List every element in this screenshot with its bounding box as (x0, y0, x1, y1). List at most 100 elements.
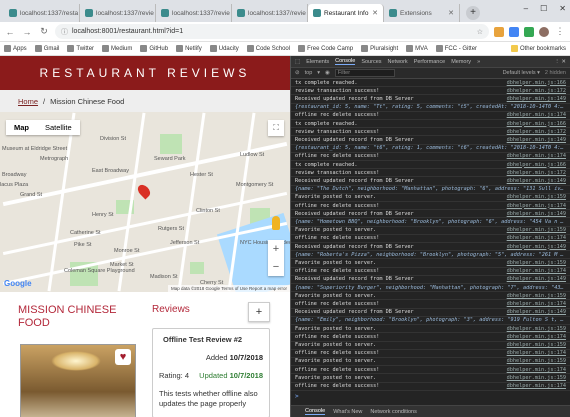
console-source-link[interactable]: dbhelper.min.js:159 (507, 358, 566, 364)
console-source-link[interactable]: dbhelper.min.js:174 (507, 153, 566, 159)
console-message-text[interactable]: {name: "Roberta's Pizza", neighborhood: … (295, 252, 566, 258)
extension-icon[interactable] (494, 26, 504, 37)
devtools-tab[interactable]: Elements (306, 59, 329, 65)
zoom-out-button[interactable]: − (268, 258, 284, 276)
console-source-link[interactable]: dbhelper.min.js:174 (507, 112, 566, 118)
bookmark-item[interactable]: MVA (406, 45, 428, 52)
close-window-icon[interactable]: ✕ (559, 4, 566, 13)
console-source-link[interactable]: dbhelper.min.js:159 (507, 194, 566, 200)
site-header[interactable]: RESTAURANT REVIEWS (0, 56, 290, 90)
log-levels-select[interactable]: Default levels ▾ (503, 70, 540, 76)
forward-icon[interactable]: → (21, 27, 33, 37)
back-icon[interactable]: ← (4, 27, 16, 37)
drawer-tab[interactable]: Console (305, 408, 326, 415)
info-icon[interactable]: ⓘ (61, 27, 68, 37)
console-source-link[interactable]: dbhelper.min.js:159 (507, 342, 566, 348)
console-source-link[interactable]: dbhelper.min.js:172 (507, 88, 566, 94)
devtools-tab[interactable]: Performance (414, 59, 446, 65)
bookmark-item[interactable]: Apps (4, 45, 27, 52)
restaurant-marker[interactable] (135, 182, 153, 200)
bookmark-item[interactable]: Udacity (209, 45, 239, 52)
console-source-link[interactable]: dbhelper.min.js:159 (507, 326, 566, 332)
console-source-link[interactable]: dbhelper.min.js:174 (507, 383, 566, 389)
browser-tab[interactable]: localhost:1337/revie✕ (156, 4, 232, 22)
map-attribution[interactable]: Map data ©2018 Google Terms of Use Repor… (167, 285, 290, 292)
console-message-text[interactable]: {name: "The Dutch", neighborhood: "Manha… (295, 186, 566, 192)
console-source-link[interactable]: dbhelper.min.js:172 (507, 129, 566, 135)
console-source-link[interactable]: dbhelper.min.js:149 (507, 309, 566, 315)
map-type-satellite-button[interactable]: Satellite (37, 120, 80, 135)
console-source-link[interactable]: dbhelper.min.js:149 (507, 178, 566, 184)
fullscreen-icon[interactable]: ⛶ (268, 120, 284, 136)
favorite-heart-icon[interactable]: ♥ (115, 349, 131, 365)
devtools-tab[interactable]: Console (335, 58, 356, 65)
console-message-text[interactable]: {name: "Superiority Burger", neighborhoo… (295, 285, 566, 291)
zoom-in-button[interactable]: + (268, 240, 284, 258)
close-tab-icon[interactable]: ✕ (372, 9, 378, 17)
eye-icon[interactable]: ◉ (325, 70, 330, 76)
bookmark-item[interactable]: Free Code Camp (298, 45, 353, 52)
console-source-link[interactable]: dbhelper.min.js:174 (507, 367, 566, 373)
console-filter-input[interactable]: Filter (334, 69, 395, 77)
bookmark-item[interactable]: Gmail (34, 45, 59, 52)
console-source-link[interactable]: dbhelper.min.js:159 (507, 227, 566, 233)
console-prompt[interactable]: > (291, 393, 570, 403)
bookmark-item[interactable]: Pluralsight (361, 45, 398, 52)
console-source-link[interactable]: dbhelper.min.js:149 (507, 137, 566, 143)
console-source-link[interactable]: dbhelper.min.js:159 (507, 293, 566, 299)
devtools-tab[interactable]: Memory (451, 59, 471, 65)
console-source-link[interactable]: dbhelper.min.js:174 (507, 203, 566, 209)
devtools-tab[interactable]: Sources (361, 59, 381, 65)
console-message-text[interactable]: {name: "Hometown BBQ", neighborhood: "Br… (295, 219, 566, 225)
console-source-link[interactable]: dbhelper.min.js:149 (507, 244, 566, 250)
more-tabs-icon[interactable]: » (477, 59, 480, 65)
new-tab-button[interactable]: + (466, 6, 480, 20)
console-source-link[interactable]: dbhelper.min.js:149 (507, 211, 566, 217)
browser-tab[interactable]: Restaurant Info ✕ (308, 4, 384, 22)
drawer-tab[interactable]: Network conditions (370, 409, 416, 415)
reload-icon[interactable]: ↻ (38, 26, 50, 37)
map[interactable]: Museum at Eldridge Street Metrograph Sewar… (0, 112, 290, 292)
other-bookmarks[interactable]: Other bookmarks (510, 45, 566, 52)
add-review-button[interactable]: + (248, 302, 270, 322)
inspect-icon[interactable]: ⬚ (295, 59, 300, 65)
bookmark-item[interactable]: Code School (246, 45, 290, 52)
browser-tab[interactable]: Extensions ✕ (384, 4, 460, 22)
bookmark-item[interactable]: GitHub (140, 45, 168, 52)
console-source-link[interactable]: dbhelper.min.js:159 (507, 375, 566, 381)
browser-tab[interactable]: localhost:1337/revie✕ (80, 4, 156, 22)
browser-tab[interactable]: localhost:1337/resta✕ (4, 4, 80, 22)
devtools-menu-icon[interactable]: ⋮ ✕ (554, 59, 570, 65)
extension-icon-2[interactable] (509, 26, 519, 37)
console-source-link[interactable]: dbhelper.min.js:174 (507, 350, 566, 356)
drawer-tab[interactable]: What's New (333, 409, 362, 415)
street-view-pegman-icon[interactable] (272, 216, 280, 230)
star-icon[interactable]: ☆ (477, 28, 483, 36)
menu-icon[interactable]: ⋮ (554, 26, 566, 37)
context-dropdown-icon[interactable]: ▾ (317, 70, 320, 76)
console-source-link[interactable]: dbhelper.min.js:166 (507, 80, 566, 86)
console-source-link[interactable]: dbhelper.min.js:174 (507, 301, 566, 307)
console-source-link[interactable]: dbhelper.min.js:166 (507, 121, 566, 127)
devtools-tab[interactable]: Network (388, 59, 408, 65)
console-output[interactable]: tx complete reached. dbhelper.min.js:166 r… (291, 79, 570, 393)
bookmark-item[interactable]: FCC - Gitter (435, 45, 477, 52)
maximize-icon[interactable]: ☐ (540, 4, 547, 13)
clear-console-icon[interactable]: ⊘ (295, 70, 300, 76)
minimize-icon[interactable]: – (524, 4, 528, 13)
console-source-link[interactable]: dbhelper.min.js:149 (507, 96, 566, 102)
breadcrumb-home-link[interactable]: Home (18, 97, 38, 106)
address-bar[interactable]: ⓘ localhost:8001/restaurant.html?id=1 ☆ (55, 24, 489, 39)
bookmark-item[interactable]: Medium (102, 45, 132, 52)
extension-icon-3[interactable] (524, 26, 534, 37)
console-source-link[interactable]: dbhelper.min.js:149 (507, 276, 566, 282)
browser-tab[interactable]: localhost:1337/revie✕ (232, 4, 308, 22)
console-message-text[interactable]: {restaurant_id: 5, name: "Tt", rating: 5… (295, 104, 566, 110)
bookmark-item[interactable]: Netlify (176, 45, 202, 52)
map-type-map-button[interactable]: Map (6, 120, 37, 135)
console-source-link[interactable]: dbhelper.min.js:174 (507, 334, 566, 340)
close-tab-icon[interactable]: ✕ (448, 9, 454, 17)
console-source-link[interactable]: dbhelper.min.js:172 (507, 170, 566, 176)
avatar[interactable] (539, 26, 549, 37)
console-source-link[interactable]: dbhelper.min.js:159 (507, 260, 566, 266)
